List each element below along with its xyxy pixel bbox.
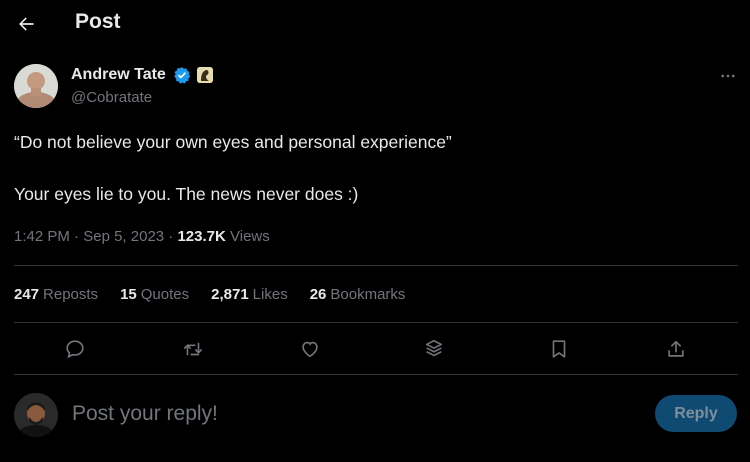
share-button[interactable] [663, 336, 689, 362]
post-meta: 1:42 PM · Sep 5, 2023 · 123.7K Views [14, 228, 270, 245]
reply-submit-button[interactable]: Reply [655, 395, 737, 432]
views-label: Views [230, 228, 270, 245]
verified-badge-icon [173, 66, 191, 84]
more-options-button[interactable] [716, 64, 740, 88]
post-text-line: Your eyes lie to you. The news never doe… [14, 184, 359, 204]
reply-button[interactable] [62, 336, 88, 362]
bookmark-icon [552, 340, 566, 358]
engagement-stats: 247 Reposts 15 Quotes 2,871 Likes 26 Bookmar… [14, 286, 405, 303]
divider [14, 322, 738, 323]
like-button[interactable] [297, 336, 323, 362]
post-time[interactable]: 1:42 PM [14, 228, 70, 245]
page-title: Post [75, 10, 121, 33]
top-bar: Post [0, 0, 750, 48]
stat-reposts[interactable]: 247 Reposts [14, 286, 98, 303]
repost-button[interactable] [180, 336, 206, 362]
author-name[interactable]: Andrew Tate [71, 66, 166, 84]
stat-quotes[interactable]: 15 Quotes [120, 286, 189, 303]
bookmark-button[interactable] [546, 336, 572, 362]
divider [14, 374, 738, 375]
current-user-avatar[interactable] [14, 393, 58, 437]
stat-bookmarks[interactable]: 26 Bookmarks [310, 286, 406, 303]
reply-icon [66, 340, 84, 359]
divider [14, 265, 738, 266]
views-count: 123.7K [177, 228, 226, 245]
author-avatar[interactable] [14, 64, 58, 108]
like-icon [302, 341, 318, 358]
grok-button[interactable] [421, 336, 447, 362]
affiliation-badge-icon[interactable] [197, 67, 213, 83]
stat-likes[interactable]: 2,871 Likes [211, 286, 288, 303]
back-button[interactable] [14, 12, 38, 36]
post-text-line: “Do not believe your own eyes and person… [14, 132, 452, 152]
share-icon [668, 340, 684, 357]
repost-icon [183, 342, 203, 356]
grok-icon [425, 339, 443, 357]
author-handle[interactable]: @Cobratate [71, 89, 152, 106]
arrow-left-icon [19, 17, 34, 31]
more-icon [721, 74, 735, 78]
reply-input[interactable] [72, 398, 632, 430]
post-date[interactable]: Sep 5, 2023 [83, 228, 164, 245]
